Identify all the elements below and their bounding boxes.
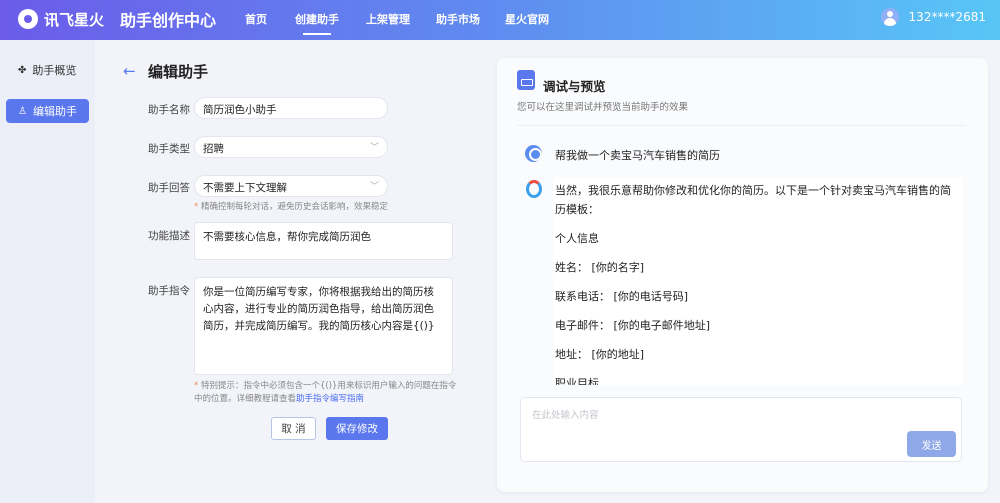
answer-hint: * 精确控制每轮对话，避免历史会话影响，效果稳定 — [194, 202, 388, 212]
user-message: 帮我做一个卖宝马汽车销售的简历 — [555, 149, 720, 162]
user-avatar-icon — [525, 145, 542, 162]
back-arrow-icon[interactable]: ← — [123, 62, 136, 80]
edit-icon: ♙ — [18, 105, 27, 117]
nav-home[interactable]: 首页 — [245, 11, 267, 27]
chat-input-placeholder: 在此处输入内容 — [532, 410, 599, 421]
bot-line: 姓名： [你的名字] — [555, 261, 645, 274]
instruction-textarea[interactable]: 你是一位简历编写专家，你将根据我给出的简历核心内容，进行专业的简历润色指导，给出… — [194, 277, 453, 375]
sidebar-item-label: 编辑助手 — [32, 105, 77, 118]
bot-line: 电子邮件： [你的电子邮件地址] — [555, 319, 711, 332]
desc-label: 功能描述 — [148, 230, 190, 242]
answer-label: 助手回答 — [148, 182, 190, 194]
cancel-button[interactable]: 取 消 — [271, 417, 316, 440]
app-title: 助手创作中心 — [120, 11, 217, 30]
logo[interactable]: 讯飞星火 助手创作中心 — [18, 7, 216, 31]
answer-select[interactable]: 不需要上下文理解 ﹀ — [194, 175, 388, 197]
nav-create-assistant[interactable]: 创建助手 — [295, 11, 339, 35]
bot-message: 当然，我很乐意帮助你修改和优化你的简历。以下是一个针对卖宝马汽车销售的简历模板：… — [553, 177, 963, 385]
page-title: 编辑助手 — [148, 63, 209, 81]
desc-textarea[interactable]: 不需要核心信息，帮你完成简历润色 — [194, 222, 453, 260]
nav-assistant-market[interactable]: 助手市场 — [436, 11, 480, 27]
bot-line: 当然，我很乐意帮助你修改和优化你的简历。以下是一个针对卖宝马汽车销售的简历模板： — [555, 184, 951, 216]
name-label: 助手名称 — [148, 104, 190, 116]
instruction-guide-link[interactable]: 助手指令编写指南 — [296, 394, 364, 404]
top-header: 讯飞星火 助手创作中心 首页 创建助手 上架管理 助手市场 星火官网 132**… — [0, 0, 1000, 40]
chat-input[interactable]: 在此处输入内容 发送 — [520, 397, 962, 462]
bot-line: 联系电话： [你的电话号码] — [555, 290, 689, 303]
name-input[interactable]: 简历润色小助手 — [194, 97, 388, 119]
save-button[interactable]: 保存修改 — [326, 417, 388, 440]
preview-subtitle: 您可以在这里调试并预览当前助手的效果 — [517, 102, 689, 113]
instruction-label: 助手指令 — [148, 285, 190, 297]
preview-panel: 调试与预览 您可以在这里调试并预览当前助手的效果 帮我做一个卖宝马汽车销售的简历… — [497, 58, 988, 492]
grid-icon: ✤ — [18, 64, 27, 76]
answer-hint-text: 精确控制每轮对话，避免历史会话影响，效果稳定 — [200, 202, 388, 212]
preview-doc-icon — [517, 70, 535, 90]
nav-listing-management[interactable]: 上架管理 — [366, 11, 410, 27]
instruction-hint: * 特别提示：指令中必须包含一个{()}用来标识用户输入的问题在指令中的位置。详… — [194, 381, 457, 404]
sidebar-item-overview[interactable]: ✤ 助手概览 — [6, 58, 89, 82]
bot-avatar-icon — [526, 180, 542, 198]
type-value: 招聘 — [203, 143, 224, 155]
brand-name: 讯飞星火 — [44, 10, 105, 29]
chevron-down-icon: ﹀ — [369, 143, 379, 153]
sidebar-item-edit[interactable]: ♙ 编辑助手 — [6, 99, 89, 123]
preview-title: 调试与预览 — [543, 79, 606, 94]
sidebar-item-label: 助手概览 — [32, 64, 77, 77]
user-menu[interactable]: 132****2681 — [880, 8, 986, 26]
bot-line: 个人信息 — [555, 232, 599, 245]
sidebar: ✤ 助手概览 ♙ 编辑助手 — [0, 40, 95, 503]
bot-line: 地址： [你的地址] — [555, 348, 645, 361]
user-avatar-icon — [880, 8, 899, 26]
type-label: 助手类型 — [148, 143, 190, 155]
send-button[interactable]: 发送 — [907, 431, 956, 457]
nav-official-site[interactable]: 星火官网 — [505, 11, 549, 27]
user-phone: 132****2681 — [908, 10, 986, 24]
chevron-down-icon: ﹀ — [369, 182, 379, 192]
bot-line: 职业目标 — [555, 377, 599, 385]
type-select[interactable]: 招聘 ﹀ — [194, 136, 388, 158]
divider — [517, 125, 966, 126]
answer-value: 不需要上下文理解 — [203, 182, 287, 194]
flame-logo-icon — [18, 9, 38, 29]
